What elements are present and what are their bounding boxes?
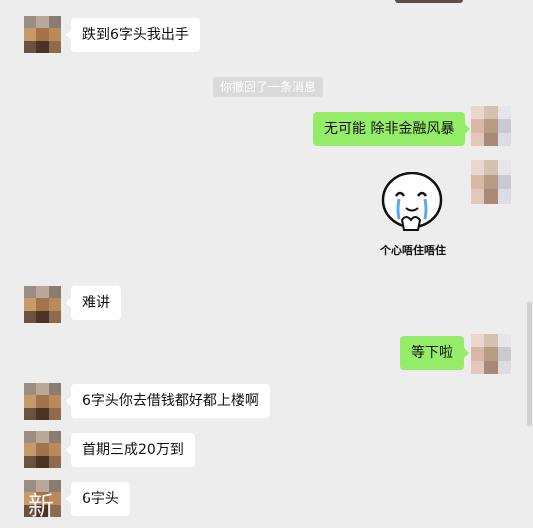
watermark: 新 三 xyxy=(28,492,119,522)
incoming-message[interactable]: 首期三成20万到 xyxy=(66,433,195,467)
outgoing-message[interactable]: 无可能 除非金融风暴 xyxy=(313,112,471,146)
incoming-message[interactable]: 6字头你去借钱都好都上楼啊 xyxy=(66,384,270,418)
incoming-message[interactable]: 难讲 xyxy=(66,286,121,320)
contact-avatar[interactable] xyxy=(24,431,61,468)
chat-window: 跌到6字头我出手 你撤回了一条消息 无可能 除非金融风暴 个心唔住唔住 难讲 等… xyxy=(0,0,533,528)
partial-image-message[interactable] xyxy=(395,0,463,3)
crying-face-sticker[interactable]: 个心唔住唔住 xyxy=(372,171,454,262)
self-avatar[interactable] xyxy=(471,160,511,204)
contact-avatar[interactable] xyxy=(24,383,61,420)
scrollbar[interactable] xyxy=(527,0,533,528)
contact-avatar[interactable] xyxy=(24,16,61,53)
sticker-caption: 个心唔住唔住 xyxy=(380,244,446,257)
self-avatar[interactable] xyxy=(471,106,511,146)
outgoing-message[interactable]: 等下啦 xyxy=(400,336,469,370)
recall-notice: 你撤回了一条消息 xyxy=(213,77,324,97)
scrollbar-thumb[interactable] xyxy=(527,302,532,426)
contact-avatar[interactable] xyxy=(24,286,61,323)
incoming-message[interactable]: 跌到6字头我出手 xyxy=(66,18,200,52)
crying-face-icon xyxy=(381,171,443,231)
self-avatar[interactable] xyxy=(471,334,511,374)
